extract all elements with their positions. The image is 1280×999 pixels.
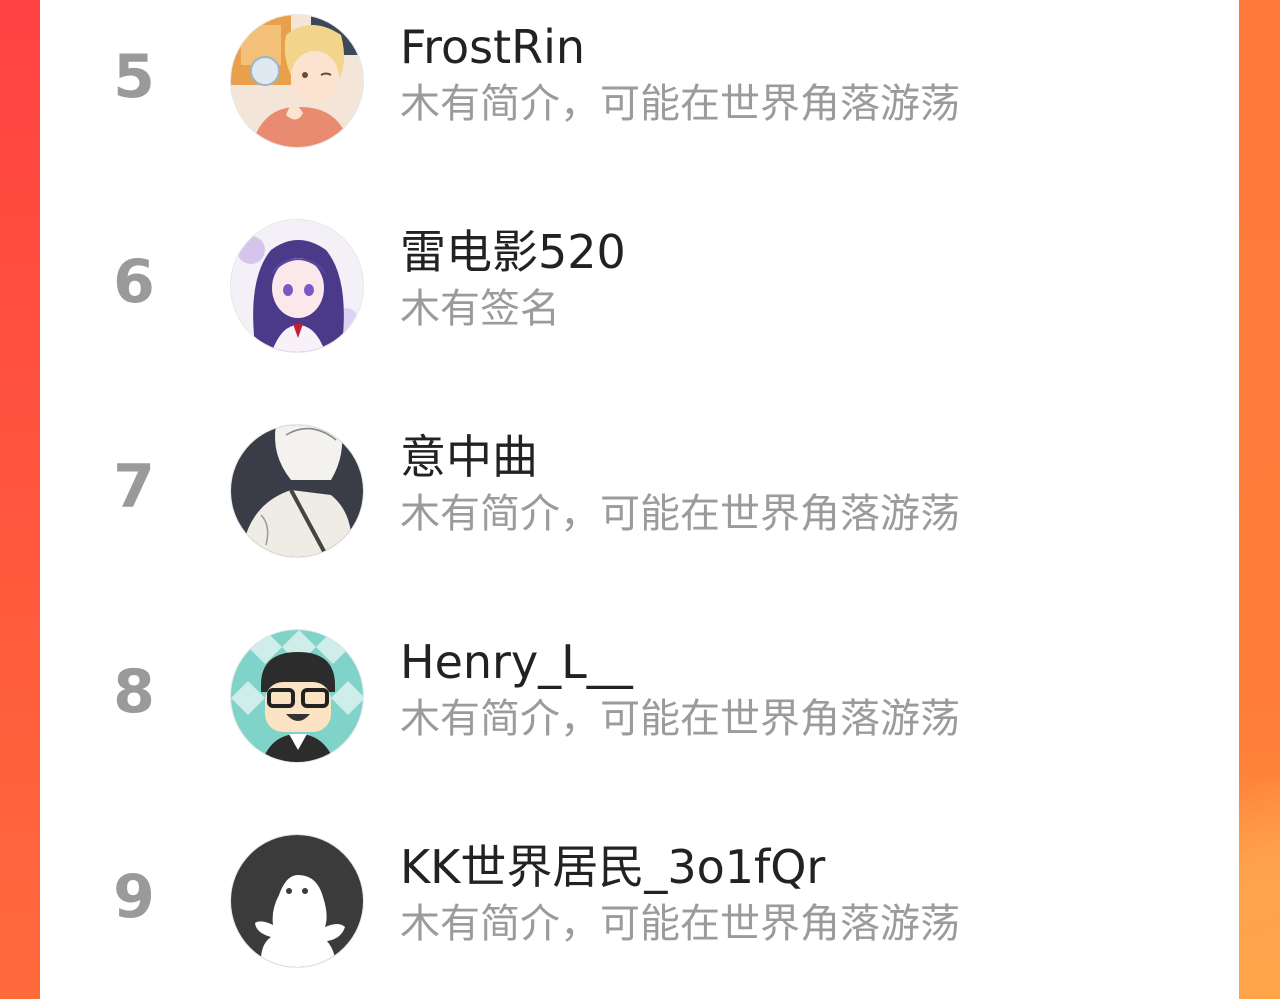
ranking-list-panel: 5 FrostRin 木有简介，可能在世界角落游荡 6 雷电影520 木有签名 … xyxy=(40,0,1239,999)
rank-number: 8 xyxy=(113,657,155,727)
rank-number: 5 xyxy=(113,42,155,112)
default-ghost-avatar-icon xyxy=(231,835,363,967)
ranking-row[interactable]: 6 雷电影520 木有签名 xyxy=(40,207,1239,357)
user-bio: 木有简介，可能在世界角落游荡 xyxy=(400,901,960,947)
ranking-row[interactable]: 5 FrostRin 木有简介，可能在世界角落游荡 xyxy=(40,2,1239,152)
user-name[interactable]: FrostRin xyxy=(400,22,585,73)
user-name[interactable]: 雷电影520 xyxy=(400,227,626,278)
sketch-boy-avatar-icon xyxy=(231,425,363,557)
left-background-strip xyxy=(0,0,40,999)
user-avatar[interactable] xyxy=(230,629,364,763)
user-avatar[interactable] xyxy=(230,424,364,558)
user-avatar[interactable] xyxy=(230,834,364,968)
user-avatar[interactable] xyxy=(230,14,364,148)
rank-number: 7 xyxy=(113,452,155,522)
rank-number: 6 xyxy=(113,247,155,317)
anime-girl-purple-avatar-icon xyxy=(231,220,363,352)
user-bio: 木有简介，可能在世界角落游荡 xyxy=(400,491,960,537)
user-bio: 木有简介，可能在世界角落游荡 xyxy=(400,696,960,742)
ranking-row[interactable]: 7 意中曲 木有简介，可能在世界角落游荡 xyxy=(40,412,1239,562)
right-background-strip xyxy=(1239,0,1280,999)
cartoon-glasses-avatar-icon xyxy=(231,630,363,762)
rank-number: 9 xyxy=(113,862,155,932)
user-bio: 木有签名 xyxy=(400,286,560,332)
user-name[interactable]: 意中曲 xyxy=(400,432,538,483)
user-bio: 木有简介，可能在世界角落游荡 xyxy=(400,81,960,127)
ranking-row[interactable]: 9 KK世界居民_3o1fQr 木有简介，可能在世界角落游荡 xyxy=(40,822,1239,972)
user-name[interactable]: Henry_L__ xyxy=(400,637,633,688)
ranking-row[interactable]: 8 Henry_L__ 木有简介，可能在世界角落游荡 xyxy=(40,617,1239,767)
user-avatar[interactable] xyxy=(230,219,364,353)
user-name[interactable]: KK世界居民_3o1fQr xyxy=(400,842,825,893)
anime-boy-avatar-icon xyxy=(231,15,363,147)
